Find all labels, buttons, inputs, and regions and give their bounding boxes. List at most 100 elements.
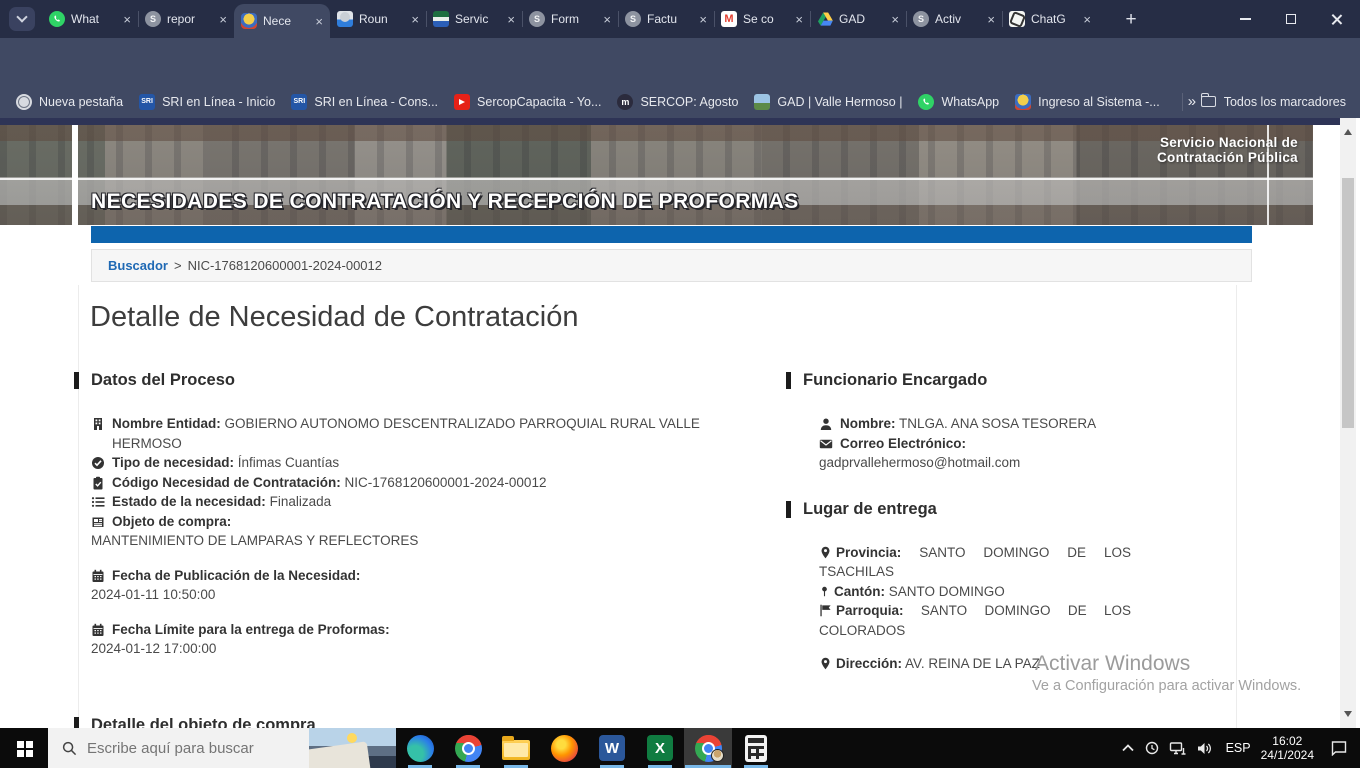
browser-tab[interactable]: S Form × xyxy=(522,0,618,38)
globe-icon: S xyxy=(913,11,929,27)
tab-close-icon[interactable]: × xyxy=(315,15,323,28)
tab-close-icon[interactable]: × xyxy=(219,13,227,26)
bookmark-item[interactable]: SRISRI en Línea - Cons... xyxy=(291,94,438,110)
tab-title: Form xyxy=(551,12,597,26)
building-icon xyxy=(91,417,105,431)
taskbar-app-firefox[interactable] xyxy=(540,728,588,768)
bookmark-item[interactable]: Ingreso al Sistema -... xyxy=(1015,94,1160,110)
field-label: Correo Electrónico: xyxy=(840,434,966,454)
field-label: Fecha Límite para la entrega de Proforma… xyxy=(112,620,390,640)
clock-sync-icon[interactable] xyxy=(1144,740,1160,756)
search-icon xyxy=(62,741,77,756)
taskbar-app-edge[interactable] xyxy=(396,728,444,768)
photo-icon xyxy=(754,94,770,110)
system-tray: ESP 16:02 24/1/2024 xyxy=(1121,728,1360,768)
bookmark-item[interactable]: WhatsApp xyxy=(918,94,999,110)
browser-tab-strip: What × S repor × Nece × Roun × Servic × … xyxy=(0,0,1360,38)
browser-tab[interactable]: Roun × xyxy=(330,0,426,38)
tab-close-icon[interactable]: × xyxy=(507,13,515,26)
youtube-icon xyxy=(454,94,470,110)
browser-tab[interactable]: Servic × xyxy=(426,0,522,38)
windows-taskbar: W X ESP 16:02 24/1/2024 xyxy=(0,728,1360,768)
tab-close-icon[interactable]: × xyxy=(987,13,995,26)
new-tab-button[interactable]: + xyxy=(1118,7,1144,33)
field-value: NIC-1768120600001-2024-00012 xyxy=(345,475,547,490)
browser-tab[interactable]: S Factu × xyxy=(618,0,714,38)
tab-close-icon[interactable]: × xyxy=(795,13,803,26)
bookmark-item[interactable]: Nueva pestaña xyxy=(16,94,123,110)
bookmark-item[interactable]: GAD | Valle Hermoso | xyxy=(754,94,902,110)
tab-title: Activ xyxy=(935,12,981,26)
windows-watermark-sub: Ve a Configuración para activar Windows. xyxy=(1032,678,1301,694)
hidden-icons-chevron[interactable] xyxy=(1121,743,1135,753)
field-label: Estado de la necesidad: xyxy=(112,494,266,509)
taskbar-app-word[interactable]: W xyxy=(588,728,636,768)
section-marker xyxy=(74,717,79,728)
start-button[interactable] xyxy=(0,728,48,768)
screen: { "browser": { "tabs": [ { "label": "Wha… xyxy=(0,0,1360,768)
notification-center-icon[interactable] xyxy=(1330,740,1348,756)
all-bookmarks[interactable]: Todos los marcadores xyxy=(1182,93,1346,111)
taskbar-app-calculator[interactable] xyxy=(732,728,780,768)
news-widget[interactable] xyxy=(309,728,396,768)
network-icon[interactable] xyxy=(1169,741,1187,756)
browser-tab-active[interactable]: Nece × xyxy=(234,4,330,38)
browser-tab[interactable]: GAD × xyxy=(810,0,906,38)
minimize-button[interactable] xyxy=(1222,0,1268,38)
taskbar-clock[interactable]: 16:02 24/1/2024 xyxy=(1261,734,1314,762)
envelope-icon xyxy=(819,437,833,451)
bookmark-item[interactable]: SRISRI en Línea - Inicio xyxy=(139,94,275,110)
sri-icon: SRI xyxy=(291,94,307,110)
map-marker-icon xyxy=(819,546,832,559)
taskbar-app-chrome[interactable] xyxy=(444,728,492,768)
field-value: TNLGA. ANA SOSA TESORERA xyxy=(899,416,1096,431)
taskbar-app-chrome-profile-active[interactable] xyxy=(684,728,732,768)
volume-icon[interactable] xyxy=(1196,741,1213,756)
browser-tab[interactable]: S repor × xyxy=(138,0,234,38)
gmail-icon: M xyxy=(721,11,737,27)
bookmark-item[interactable]: SercopCapacita - Yo... xyxy=(454,94,601,110)
taskbar-app-file-explorer[interactable] xyxy=(492,728,540,768)
taskbar-search[interactable] xyxy=(48,728,309,768)
bookmark-item[interactable]: mSERCOP: Agosto xyxy=(617,94,738,110)
browser-tab[interactable]: S Activ × xyxy=(906,0,1002,38)
close-button[interactable] xyxy=(1314,0,1360,38)
tab-search-button[interactable] xyxy=(9,7,35,31)
tab-close-icon[interactable]: × xyxy=(411,13,419,26)
calendar-icon xyxy=(91,623,105,637)
tab-close-icon[interactable]: × xyxy=(891,13,899,26)
page-scrollbar[interactable] xyxy=(1340,118,1356,728)
browser-tab[interactable]: ChatG × xyxy=(1002,0,1098,38)
browser-tab[interactable]: M Se co × xyxy=(714,0,810,38)
maximize-button[interactable] xyxy=(1268,0,1314,38)
browser-tab[interactable]: What × xyxy=(42,0,138,38)
globe-icon: S xyxy=(529,11,545,27)
breadcrumb-separator: > xyxy=(174,258,182,273)
windows-watermark: Activar Windows xyxy=(1035,652,1190,676)
tab-title: Servic xyxy=(455,12,501,26)
field-label: Cantón: xyxy=(834,584,885,599)
scroll-up-icon[interactable] xyxy=(1344,125,1352,135)
field-label: Tipo de necesidad: xyxy=(112,455,234,470)
field-row: Fecha Límite para la entrega de Proforma… xyxy=(91,620,756,640)
language-indicator[interactable]: ESP xyxy=(1226,741,1251,755)
field-row: Estado de la necesidad: Finalizada xyxy=(91,492,756,512)
search-input[interactable] xyxy=(87,740,287,757)
taskbar-app-excel[interactable]: X xyxy=(636,728,684,768)
edge-icon xyxy=(407,735,434,762)
tab-title: Roun xyxy=(359,12,405,26)
map-marker-icon xyxy=(819,657,832,670)
agency-name: Servicio Nacional de Contratación Públic… xyxy=(1157,135,1298,165)
tab-close-icon[interactable]: × xyxy=(1083,13,1091,26)
tab-close-icon[interactable]: × xyxy=(699,13,707,26)
fecha-limite-value: 2024-01-12 17:00:00 xyxy=(91,639,756,659)
scrollbar-thumb[interactable] xyxy=(1342,178,1354,428)
scroll-down-icon[interactable] xyxy=(1344,711,1352,721)
field-row: Correo Electrónico: xyxy=(819,434,1149,454)
page-title: Detalle de Necesidad de Contratación xyxy=(90,301,578,334)
accent-bar xyxy=(91,226,1252,243)
tab-close-icon[interactable]: × xyxy=(123,13,131,26)
parroquia-row: Parroquia: SANTO DOMINGO DE LOS COLORADO… xyxy=(819,601,1131,640)
breadcrumb-link-buscador[interactable]: Buscador xyxy=(108,258,168,273)
tab-close-icon[interactable]: × xyxy=(603,13,611,26)
